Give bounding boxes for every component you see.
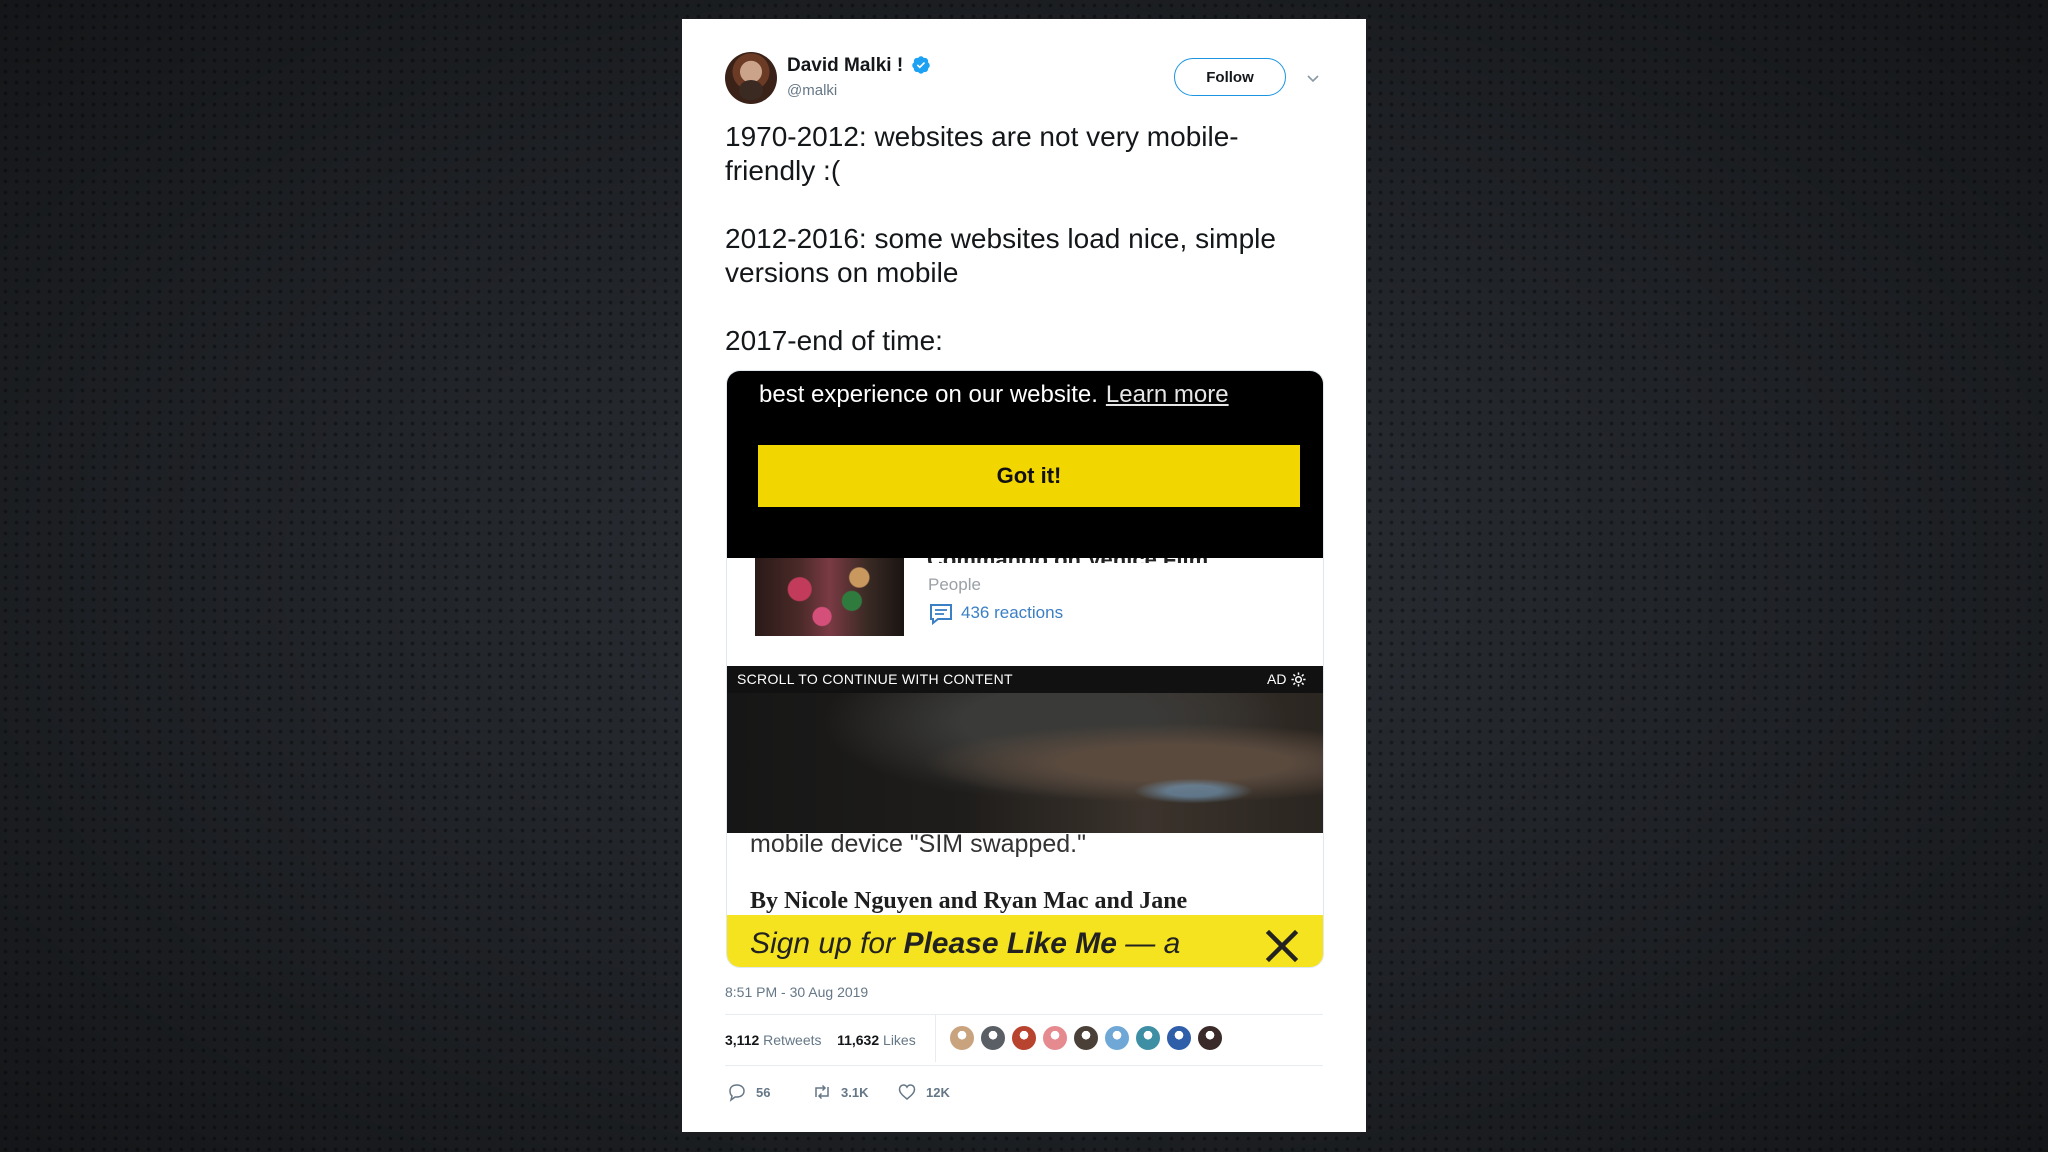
divider	[725, 1065, 1323, 1066]
liker-avatar[interactable]	[1073, 1025, 1099, 1051]
liker-avatar[interactable]	[1104, 1025, 1130, 1051]
reply-count: 56	[756, 1084, 771, 1100]
tweet-card: David Malki ! @malki Follow 1970-2012: w…	[682, 19, 1366, 1132]
likes-label[interactable]: Likes	[883, 1032, 916, 1048]
cookie-text: best experience on our website.	[759, 381, 1098, 408]
cookie-banner: best experience on our website. Learn mor…	[727, 371, 1323, 558]
learn-more-link: Learn more	[1105, 381, 1229, 408]
stats-separator	[935, 1014, 936, 1062]
signup-suffix: — a	[1116, 927, 1181, 960]
chevron-down-icon[interactable]	[1306, 71, 1320, 85]
like-action[interactable]: 12K	[897, 1082, 950, 1102]
reply-action[interactable]: 56	[727, 1082, 770, 1102]
article-byline: By Nicole Nguyen and Ryan Mac and Jane	[750, 888, 1188, 914]
author-avatar[interactable]	[725, 52, 777, 104]
article-thumbnail	[755, 558, 904, 636]
ad-label: AD	[1267, 671, 1287, 687]
reactions-count: 436 reactions	[961, 603, 1064, 622]
liker-avatar[interactable]	[949, 1025, 975, 1051]
liker-avatar[interactable]	[980, 1025, 1006, 1051]
tweet-text-line: 1970-2012: websites are not very mobile-	[725, 121, 1239, 152]
retweet-action[interactable]: 3.1K	[812, 1082, 868, 1102]
tweet-text-line: friendly :(	[725, 155, 841, 186]
tweet-text-line: versions on mobile	[725, 257, 959, 288]
signup-newsletter-name: Please Like Me	[903, 927, 1117, 960]
gear-icon	[1291, 672, 1306, 687]
liker-avatar[interactable]	[1166, 1025, 1192, 1051]
retweet-count: 3.1K	[841, 1084, 869, 1100]
divider	[725, 1014, 1323, 1015]
reply-icon	[729, 1084, 745, 1102]
like-count: 12K	[926, 1084, 950, 1100]
heart-icon	[898, 1084, 916, 1100]
article-body-text: mobile device "SIM swapped."	[750, 830, 1086, 858]
liker-avatar[interactable]	[1135, 1025, 1161, 1051]
liker-avatar[interactable]	[1011, 1025, 1037, 1051]
follow-button[interactable]: Follow	[1174, 58, 1286, 96]
tweet-text-line: 2012-2016: some websites load nice, simp…	[725, 223, 1276, 254]
retweets-label[interactable]: Retweets	[763, 1032, 821, 1048]
likes-count[interactable]: 11,632	[837, 1032, 879, 1048]
liker-avatar[interactable]	[1197, 1025, 1223, 1051]
retweet-icon	[815, 1084, 829, 1100]
close-icon	[1265, 929, 1299, 963]
tweet-media-screenshot[interactable]: Commando on Venice Film ... People 436 r…	[726, 370, 1324, 968]
liker-avatar[interactable]	[1042, 1025, 1068, 1051]
tweet-timestamp[interactable]: 8:51 PM - 30 Aug 2019	[725, 984, 868, 1000]
got-it-button: Got it!	[758, 445, 1300, 507]
author-name[interactable]: David Malki !	[787, 55, 903, 77]
ad-scroll-text: SCROLL TO CONTINUE WITH CONTENT	[737, 671, 1013, 687]
ad-bar: SCROLL TO CONTINUE WITH CONTENT AD	[727, 666, 1323, 693]
liker-avatars	[949, 1025, 1223, 1051]
tweet-text-line: 2017-end of time:	[725, 325, 943, 356]
engagement-stats: 3,112 Retweets 11,632 Likes	[725, 1032, 916, 1048]
verified-badge-icon	[912, 56, 930, 74]
retweets-count[interactable]: 3,112	[725, 1032, 759, 1048]
signup-banner: Sign up for Please Like Me — a	[727, 915, 1323, 967]
author-handle[interactable]: @malki	[787, 82, 837, 99]
article-source: People	[928, 575, 981, 594]
comment-bubble-icon	[930, 604, 952, 626]
video-ad	[727, 693, 1323, 833]
signup-prefix: Sign up for	[750, 927, 904, 960]
